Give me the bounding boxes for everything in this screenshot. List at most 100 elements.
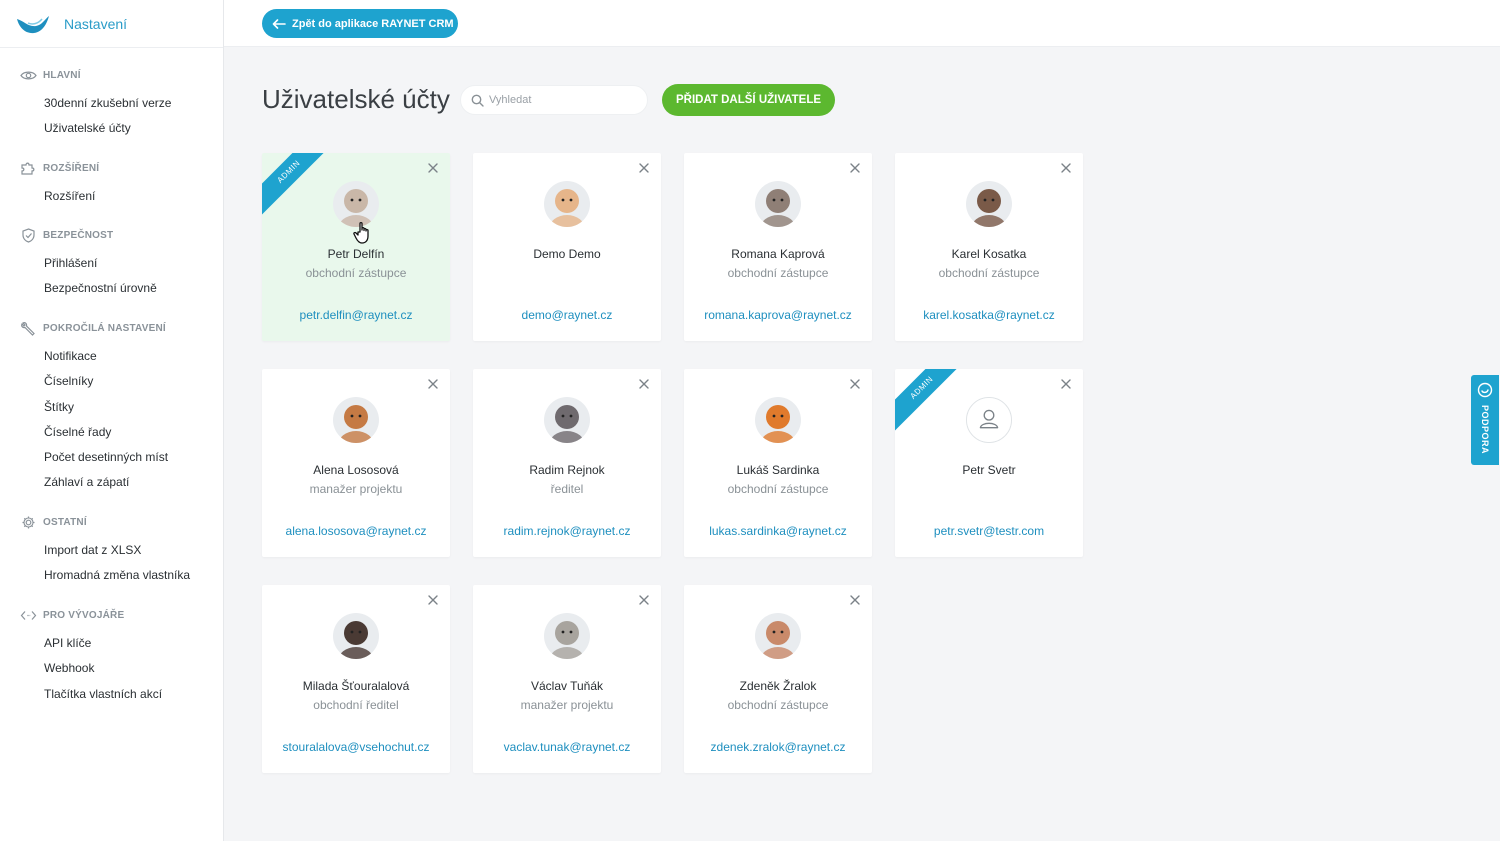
user-email[interactable]: petr.svetr@testr.com — [895, 524, 1083, 538]
sidebar-section-header: OSTATNÍ — [0, 513, 223, 531]
sidebar-section-header: BEZPEČNOST — [0, 226, 223, 244]
sidebar-item[interactable]: Číselníky — [0, 369, 223, 394]
arrow-left-icon — [272, 18, 286, 29]
close-icon[interactable] — [426, 377, 440, 391]
user-role: obchodní zástupce — [938, 266, 1040, 280]
user-card[interactable]: Zdeněk Žralok obchodní zástupce zdenek.zra… — [684, 585, 872, 773]
sidebar-section: PRO VÝVOJÁŘE API klíče Webhook Tlačítka vla… — [0, 606, 223, 707]
user-card[interactable]: Milada Šťouralalová obchodní ředitel stour… — [262, 585, 450, 773]
user-card[interactable]: Radim Rejnok ředitel radim.rejnok@raynet.c… — [473, 369, 661, 557]
close-icon[interactable] — [426, 593, 440, 607]
close-icon[interactable] — [1059, 161, 1073, 175]
add-user-button[interactable]: PŘIDAT DALŠÍ UŽIVATELE — [662, 84, 835, 116]
sidebar-item[interactable]: 30denní zkušební verze — [0, 91, 223, 116]
topbar: Zpět do aplikace RAYNET CRM — [224, 0, 1500, 47]
user-card[interactable]: Romana Kaprová obchodní zástupce romana.ka… — [684, 153, 872, 341]
user-email[interactable]: alena.lososova@raynet.cz — [262, 524, 450, 538]
page-title: Uživatelské účty — [262, 84, 450, 114]
avatar — [333, 613, 379, 659]
sidebar-item[interactable]: Hromadná změna vlastníka — [0, 563, 223, 588]
wrench-icon — [20, 321, 43, 336]
admin-badge: ADMIN — [262, 153, 324, 215]
support-label: PODPORA — [1480, 405, 1490, 455]
close-icon[interactable] — [426, 161, 440, 175]
sidebar-section-title: ROZŠÍŘENÍ — [43, 162, 100, 174]
user-role: obchodní zástupce — [727, 266, 829, 280]
user-card[interactable]: Lukáš Sardinka obchodní zástupce lukas.sar… — [684, 369, 872, 557]
sidebar-item[interactable]: Záhlaví a zápatí — [0, 470, 223, 495]
sidebar-item[interactable]: Počet desetinných míst — [0, 445, 223, 470]
user-name: Lukáš Sardinka — [736, 463, 820, 477]
user-name: Petr Svetr — [962, 463, 1016, 477]
support-tab[interactable]: PODPORA — [1471, 375, 1499, 465]
user-email[interactable]: vaclav.tunak@raynet.cz — [473, 740, 661, 754]
sidebar-item[interactable]: Rozšíření — [0, 184, 223, 209]
sidebar-item[interactable]: API klíče — [0, 631, 223, 656]
user-card[interactable]: Alena Lososová manažer projektu alena.loso… — [262, 369, 450, 557]
close-icon[interactable] — [848, 593, 862, 607]
close-icon[interactable] — [1059, 377, 1073, 391]
user-email[interactable]: radim.rejnok@raynet.cz — [473, 524, 661, 538]
sidebar-item[interactable]: Uživatelské účty — [0, 116, 223, 141]
user-card[interactable]: ADMIN Petr Delfín obchodní zástupce petr.de… — [262, 153, 450, 341]
user-email[interactable]: romana.kaprova@raynet.cz — [684, 308, 872, 322]
user-email[interactable]: stouralalova@vsehochut.cz — [262, 740, 450, 754]
close-icon[interactable] — [848, 377, 862, 391]
sidebar-section-title: BEZPEČNOST — [43, 229, 114, 241]
user-card[interactable]: ADMIN Petr Svetr petr.svetr@testr.com — [895, 369, 1083, 557]
gear-icon — [20, 515, 43, 530]
user-card[interactable]: Karel Kosatka obchodní zástupce karel.kosa… — [895, 153, 1083, 341]
avatar — [966, 181, 1012, 227]
user-email[interactable]: lukas.sardinka@raynet.cz — [684, 524, 872, 538]
close-icon[interactable] — [637, 377, 651, 391]
user-email[interactable]: zdenek.zralok@raynet.cz — [684, 740, 872, 754]
admin-ribbon: ADMIN — [895, 369, 957, 431]
search-icon — [471, 94, 484, 107]
hand-cursor-icon — [353, 221, 369, 244]
sidebar-section: BEZPEČNOST Přihlášení Bezpečnostní úrovně — [0, 226, 223, 302]
avatar — [544, 613, 590, 659]
admin-ribbon: ADMIN — [262, 153, 324, 215]
raynet-logo-icon[interactable] — [16, 13, 50, 35]
back-to-app-button[interactable]: Zpět do aplikace RAYNET CRM — [262, 9, 458, 38]
user-email[interactable]: petr.delfin@raynet.cz — [262, 308, 450, 322]
user-name: Václav Tuňák — [530, 679, 604, 693]
user-name: Alena Lososová — [313, 463, 399, 477]
sidebar-section: HLAVNÍ 30denní zkušební verze Uživatelské … — [0, 66, 223, 142]
sidebar-section: ROZŠÍŘENÍ Rozšíření — [0, 159, 223, 209]
sidebar-item[interactable]: Bezpečnostní úrovně — [0, 276, 223, 301]
sidebar-item[interactable]: Webhook — [0, 656, 223, 681]
back-to-app-label: Zpět do aplikace RAYNET CRM — [292, 17, 454, 30]
sidebar-header: Nastavení — [0, 0, 223, 48]
code-icon — [20, 608, 43, 623]
search-input[interactable] — [489, 94, 629, 106]
search-box[interactable] — [460, 85, 648, 115]
avatar — [544, 397, 590, 443]
sidebar-item[interactable]: Štítky — [0, 395, 223, 420]
sidebar-section-header: HLAVNÍ — [0, 66, 223, 84]
close-icon[interactable] — [637, 593, 651, 607]
user-email[interactable]: demo@raynet.cz — [473, 308, 661, 322]
user-email[interactable]: karel.kosatka@raynet.cz — [895, 308, 1083, 322]
sidebar-section-title: OSTATNÍ — [43, 516, 87, 528]
sidebar-item[interactable]: Import dat z XLSX — [0, 538, 223, 563]
sidebar-section-header: ROZŠÍŘENÍ — [0, 159, 223, 177]
avatar — [755, 397, 801, 443]
sidebar-item[interactable]: Přihlášení — [0, 251, 223, 276]
sidebar-item[interactable]: Notifikace — [0, 344, 223, 369]
sidebar-section-title: PRO VÝVOJÁŘE — [43, 609, 125, 621]
close-icon[interactable] — [848, 161, 862, 175]
sidebar-item[interactable]: Číselné řady — [0, 420, 223, 445]
sidebar-section: OSTATNÍ Import dat z XLSX Hromadná změna v… — [0, 513, 223, 589]
user-name: Karel Kosatka — [951, 247, 1027, 261]
help-icon — [1477, 382, 1493, 398]
user-name: Petr Delfín — [327, 247, 385, 261]
close-icon[interactable] — [637, 161, 651, 175]
user-card[interactable]: Demo Demo demo@raynet.cz — [473, 153, 661, 341]
sidebar-item[interactable]: Tlačítka vlastních akcí — [0, 682, 223, 707]
user-role: obchodní zástupce — [305, 266, 407, 280]
puzzle-icon — [20, 161, 43, 176]
shield-icon — [20, 227, 43, 243]
sidebar-section-header: POKROČILÁ NASTAVENÍ — [0, 319, 223, 337]
user-card[interactable]: Václav Tuňák manažer projektu vaclav.tunak… — [473, 585, 661, 773]
